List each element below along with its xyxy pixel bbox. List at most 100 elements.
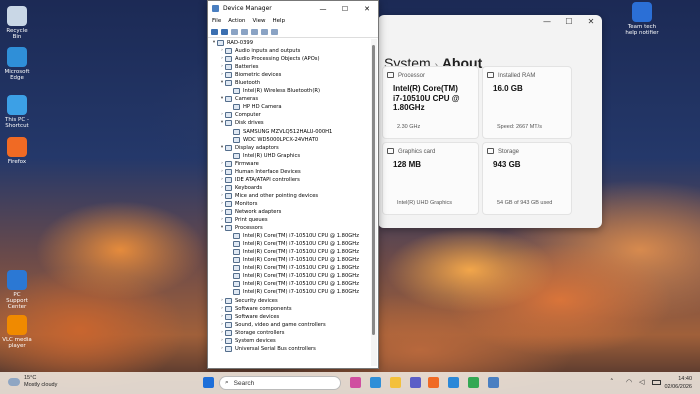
weather-widget[interactable]: 15°C Mostly cloudy (8, 375, 57, 389)
forward-icon[interactable] (221, 28, 228, 35)
device-item[interactable]: Intel(R) Core(TM) i7-10510U CPU @ 1.80GH… (208, 256, 370, 264)
device-item[interactable]: Intel(R) Core(TM) i7-10510U CPU @ 1.80GH… (208, 232, 370, 240)
device-item[interactable]: SAMSUNG MZVLQ512HALU-000H1 (208, 128, 370, 136)
cpu-icon (387, 72, 394, 78)
taskbar-explorer-icon[interactable] (390, 377, 401, 388)
device-category[interactable]: › Print queues (208, 216, 370, 224)
desktop-icon-right[interactable]: Team tech help notifier (622, 2, 662, 36)
device-category[interactable]: ▾ Disk drives (208, 119, 370, 127)
device-category[interactable]: › System devices (208, 337, 370, 345)
taskbar-edge-icon[interactable] (370, 377, 381, 388)
desktop-icon[interactable]: Recycle Bin (2, 6, 32, 40)
settings-window: — ☐ ✕ System › About Processor Intel(R) … (378, 15, 602, 228)
device-item[interactable]: Intel(R) Core(TM) i7-10510U CPU @ 1.80GH… (208, 280, 370, 288)
taskbar-devmgr-icon[interactable] (488, 377, 499, 388)
minimize-button[interactable]: — (536, 15, 558, 29)
battery-icon[interactable] (652, 380, 661, 385)
taskbar-teams-icon[interactable] (410, 377, 421, 388)
device-category[interactable]: › Universal Serial Bus controllers (208, 345, 370, 353)
device-category[interactable]: › Firmware (208, 160, 370, 168)
computer-root[interactable]: ▾ RAD-0399 (208, 39, 370, 47)
device-item[interactable]: Intel(R) Wireless Bluetooth(R) (208, 87, 370, 95)
minimize-button[interactable]: — (312, 5, 334, 13)
vertical-scrollbar[interactable] (371, 39, 377, 366)
device-label: Storage controllers (235, 329, 285, 336)
menu-action[interactable]: Action (228, 18, 245, 24)
update-driver-icon[interactable] (251, 28, 258, 35)
device-label: Processors (235, 225, 263, 232)
device-category[interactable]: › Batteries (208, 63, 370, 71)
device-item[interactable]: HP HD Camera (208, 103, 370, 111)
device-item[interactable]: Intel(R) Core(TM) i7-10510U CPU @ 1.80GH… (208, 264, 370, 272)
device-category[interactable]: › Network adapters (208, 208, 370, 216)
monitor-icon[interactable] (271, 28, 278, 35)
desktop-icon[interactable]: This PC - Shortcut (2, 95, 32, 129)
device-item[interactable]: Intel(R) Core(TM) i7-10510U CPU @ 1.80GH… (208, 288, 370, 296)
desktop-icon[interactable]: VLC media player (2, 315, 32, 349)
device-category[interactable]: › Computer (208, 111, 370, 119)
device-label: Sound, video and game controllers (235, 321, 326, 328)
device-category[interactable]: › Monitors (208, 200, 370, 208)
device-item[interactable]: WDC WD5000LPCX-24VHAT0 (208, 136, 370, 144)
close-button[interactable]: ✕ (580, 15, 602, 29)
device-category[interactable]: › Software devices (208, 313, 370, 321)
device-item[interactable]: Intel(R) Core(TM) i7-10510U CPU @ 1.80GH… (208, 240, 370, 248)
desktop-icon[interactable]: Firefox (2, 137, 32, 165)
device-label: Audio inputs and outputs (235, 48, 301, 55)
close-button[interactable]: ✕ (356, 5, 378, 13)
device-category[interactable]: ▾ Display adaptors (208, 144, 370, 152)
device-category[interactable]: › Security devices (208, 297, 370, 305)
desktop-icon[interactable]: Microsoft Edge (2, 47, 32, 81)
taskbar-firefox-icon[interactable] (428, 377, 439, 388)
menu-file[interactable]: File (212, 18, 221, 24)
properties-icon[interactable] (231, 28, 238, 35)
taskbar-store-icon[interactable] (448, 377, 459, 388)
device-category[interactable]: › Keyboards (208, 184, 370, 192)
device-icon (225, 48, 232, 55)
speaker-icon[interactable]: ◁ (639, 378, 644, 386)
device-icon (233, 249, 240, 256)
chevron-up-icon[interactable]: ˄ (610, 378, 614, 386)
device-category[interactable]: › Sound, video and game controllers (208, 321, 370, 329)
device-icon (233, 88, 240, 95)
device-item[interactable]: Intel(R) Core(TM) i7-10510U CPU @ 1.80GH… (208, 248, 370, 256)
start-button[interactable] (203, 377, 214, 388)
device-label: Intel(R) Wireless Bluetooth(R) (243, 88, 320, 95)
cloud-icon (8, 378, 20, 386)
desktop-icon-label: Recycle Bin (6, 28, 28, 40)
device-category[interactable]: › Human Interface Devices (208, 168, 370, 176)
help-icon[interactable] (241, 28, 248, 35)
scan-hardware-icon[interactable] (261, 28, 268, 35)
card-label: Graphics card (398, 149, 436, 155)
device-category[interactable]: › IDE ATA/ATAPI controllers (208, 176, 370, 184)
device-item[interactable]: Intel(R) Core(TM) i7-10510U CPU @ 1.80GH… (208, 272, 370, 280)
taskbar-copilot-icon[interactable] (350, 377, 361, 388)
device-category[interactable]: ▾ Bluetooth (208, 79, 370, 87)
device-category[interactable]: › Audio inputs and outputs (208, 47, 370, 55)
taskbar-chrome-icon[interactable] (468, 377, 479, 388)
clock[interactable]: 14:40 02/06/2026 (664, 375, 692, 391)
device-category[interactable]: › Storage controllers (208, 329, 370, 337)
device-category[interactable]: ▾ Processors (208, 224, 370, 232)
device-category[interactable]: › Audio Processing Objects (APOs) (208, 55, 370, 63)
device-label: Display adaptors (235, 144, 279, 151)
menu-view[interactable]: View (252, 18, 265, 24)
device-category[interactable]: › Software components (208, 305, 370, 313)
device-category[interactable]: ▾ Cameras (208, 95, 370, 103)
settings-window-controls: — ☐ ✕ (536, 15, 602, 29)
desktop-icon[interactable]: PC Support Center (2, 270, 32, 310)
maximize-button[interactable]: ☐ (334, 5, 356, 13)
title-bar[interactable]: Device Manager — ☐ ✕ (208, 1, 378, 16)
scrollbar-thumb[interactable] (372, 45, 375, 335)
wifi-icon[interactable]: ◠ (626, 378, 632, 386)
back-icon[interactable] (211, 28, 218, 35)
maximize-button[interactable]: ☐ (558, 15, 580, 29)
device-icon (225, 160, 232, 167)
device-label: Batteries (235, 64, 259, 71)
device-category[interactable]: › Biometric devices (208, 71, 370, 79)
search-box[interactable]: ⌕ Search (219, 376, 341, 390)
desktop-icon-label: This PC - Shortcut (5, 117, 29, 129)
menu-help[interactable]: Help (273, 18, 286, 24)
device-item[interactable]: Intel(R) UHD Graphics (208, 152, 370, 160)
device-category[interactable]: › Mice and other pointing devices (208, 192, 370, 200)
